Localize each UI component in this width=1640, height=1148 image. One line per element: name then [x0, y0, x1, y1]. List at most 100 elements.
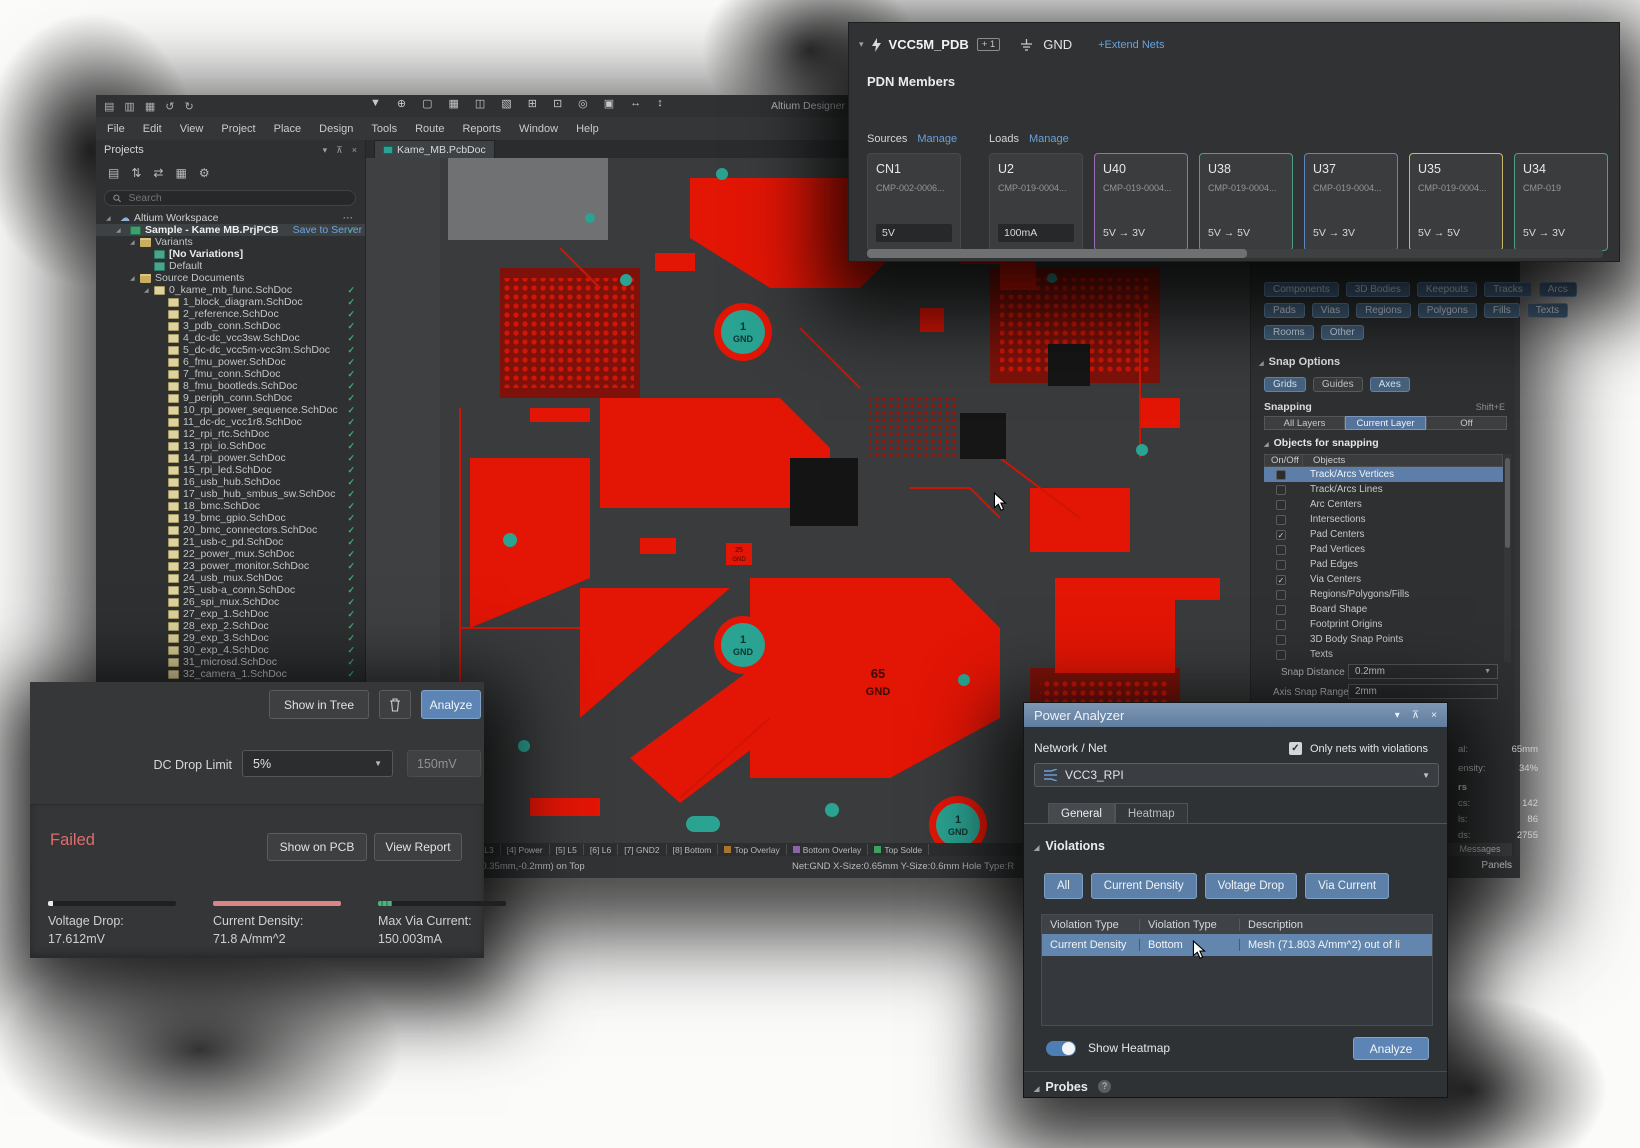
- menu-item[interactable]: Window: [510, 123, 567, 135]
- net-count-badge[interactable]: + 1: [977, 38, 1000, 51]
- panel-header-icon[interactable]: ×: [1431, 710, 1437, 721]
- layer-tab[interactable]: [6] L6: [584, 844, 618, 855]
- tree-item[interactable]: 20_bmc_connectors.SchDoc: [96, 524, 365, 536]
- viewport-toolbar-icon[interactable]: ↔: [630, 97, 641, 110]
- projects-toolbar-icon[interactable]: ▤: [108, 166, 119, 180]
- tree-item[interactable]: Variants: [96, 236, 365, 248]
- checkbox[interactable]: [1276, 575, 1286, 585]
- tree-item[interactable]: 6_fmu_power.SchDoc: [96, 356, 365, 368]
- titlebar-icon[interactable]: ↺: [165, 100, 174, 113]
- tree-item[interactable]: 13_rpi_io.SchDoc: [96, 440, 365, 452]
- tree-item[interactable]: 0_kame_mb_func.SchDoc: [96, 284, 365, 296]
- tree-item[interactable]: 25_usb-a_conn.SchDoc: [96, 584, 365, 596]
- expander-icon[interactable]: [106, 215, 116, 222]
- checkbox[interactable]: [1276, 650, 1286, 660]
- menu-item[interactable]: Place: [265, 123, 311, 135]
- layer-tab[interactable]: Bottom Overlay: [787, 844, 869, 855]
- viewport-toolbar-icon[interactable]: ⊡: [553, 97, 562, 110]
- violation-row[interactable]: Current Density Bottom Mesh (71.803 A/mm…: [1042, 934, 1432, 956]
- only-violations-checkbox[interactable]: ✓: [1289, 742, 1302, 755]
- tree-item[interactable]: 10_rpi_power_sequence.SchDoc: [96, 404, 365, 416]
- checkbox[interactable]: [1276, 470, 1286, 480]
- viewport-toolbar-icon[interactable]: ◎: [578, 97, 588, 110]
- snap-options-header[interactable]: Snap Options: [1259, 356, 1340, 368]
- show-in-tree-button[interactable]: Show in Tree: [269, 690, 369, 719]
- layer-tab[interactable]: [5] L5: [550, 844, 584, 855]
- violations-section-header[interactable]: Violations: [1034, 839, 1105, 853]
- tree-item[interactable]: 3_pdb_conn.SchDoc: [96, 320, 365, 332]
- layer-tab[interactable]: [7] GND2: [618, 844, 666, 855]
- tree-item[interactable]: 31_microsd.SchDoc: [96, 656, 365, 668]
- component-value[interactable]: 5V → 5V: [1418, 224, 1494, 242]
- checkbox[interactable]: [1276, 605, 1286, 615]
- layer-tab[interactable]: [4] Power: [501, 844, 550, 855]
- workspace-menu-icon[interactable]: ⋯: [343, 212, 354, 224]
- tree-item[interactable]: 29_exp_3.SchDoc: [96, 632, 365, 644]
- snap-distance-input[interactable]: 0.2mm▼: [1348, 664, 1498, 679]
- snap-object-row[interactable]: Arc Centers: [1264, 497, 1503, 512]
- snap-chip[interactable]: Guides: [1313, 377, 1363, 392]
- snap-object-row[interactable]: Via Centers: [1264, 572, 1503, 587]
- show-on-pcb-button[interactable]: Show on PCB: [267, 833, 367, 861]
- menu-item[interactable]: Project: [212, 123, 264, 135]
- layer-tab[interactable]: Top Overlay: [718, 844, 786, 855]
- pdn-member-card[interactable]: U2 CMP-019-0004... 100mA: [989, 153, 1083, 251]
- violation-filter-button[interactable]: Voltage Drop: [1205, 873, 1298, 899]
- menu-item[interactable]: Help: [567, 123, 608, 135]
- checkbox[interactable]: [1276, 485, 1286, 495]
- search-input[interactable]: [126, 191, 347, 205]
- view-report-button[interactable]: View Report: [374, 833, 462, 861]
- violations-table[interactable]: Violation Type Violation Type Descriptio…: [1041, 914, 1433, 1026]
- object-filter-chip[interactable]: Keepouts: [1417, 282, 1477, 297]
- checkbox[interactable]: [1276, 560, 1286, 570]
- net-select-dropdown[interactable]: VCC3_RPI ▼: [1034, 763, 1439, 787]
- tree-item[interactable]: 15_rpi_led.SchDoc: [96, 464, 365, 476]
- tree-item[interactable]: [No Variations]: [96, 248, 365, 260]
- analyze-button[interactable]: Analyze: [421, 690, 481, 719]
- object-filter-chip[interactable]: Fills: [1484, 303, 1520, 318]
- menu-item[interactable]: Edit: [134, 123, 171, 135]
- project-row[interactable]: Sample - Kame MB.PrjPCB Save to Server: [96, 224, 365, 236]
- tree-item[interactable]: 2_reference.SchDoc: [96, 308, 365, 320]
- object-filter-chip[interactable]: Components: [1264, 282, 1339, 297]
- expander-icon[interactable]: [116, 227, 126, 234]
- panel-header-icon[interactable]: ⊼: [1412, 710, 1419, 721]
- manage-loads-link[interactable]: Manage: [1029, 133, 1069, 145]
- tree-item[interactable]: 18_bmc.SchDoc: [96, 500, 365, 512]
- tree-item[interactable]: 30_exp_4.SchDoc: [96, 644, 365, 656]
- tree-item[interactable]: 23_power_monitor.SchDoc: [96, 560, 365, 572]
- menu-item[interactable]: Tools: [362, 123, 406, 135]
- violation-filter-button[interactable]: Via Current: [1305, 873, 1389, 899]
- probes-section-header[interactable]: Probes: [1034, 1080, 1088, 1094]
- menu-item[interactable]: Route: [406, 123, 453, 135]
- viewport-toolbar-icon[interactable]: ▧: [501, 97, 511, 110]
- projects-toolbar-icon[interactable]: ⇅: [131, 166, 141, 180]
- viewport-toolbar-icon[interactable]: ▢: [422, 97, 432, 110]
- object-filter-chip[interactable]: Regions: [1356, 303, 1411, 318]
- tree-item[interactable]: 14_rpi_power.SchDoc: [96, 452, 365, 464]
- chevron-down-icon[interactable]: ▼: [1422, 771, 1430, 780]
- segmented-option[interactable]: All Layers: [1264, 416, 1345, 430]
- snap-object-row[interactable]: Pad Vertices: [1264, 542, 1503, 557]
- tree-item[interactable]: 26_spi_mux.SchDoc: [96, 596, 365, 608]
- tree-item[interactable]: 32_camera_1.SchDoc: [96, 668, 365, 680]
- object-filter-chip[interactable]: Pads: [1264, 303, 1305, 318]
- viewport-toolbar-icon[interactable]: ◫: [475, 97, 485, 110]
- tree-item[interactable]: 24_usb_mux.SchDoc: [96, 572, 365, 584]
- violation-filter-button[interactable]: Current Density: [1091, 873, 1197, 899]
- tree-item[interactable]: 19_bmc_gpio.SchDoc: [96, 512, 365, 524]
- extend-nets-link[interactable]: +Extend Nets: [1098, 39, 1164, 51]
- titlebar-icon[interactable]: ▦: [145, 100, 155, 113]
- component-value[interactable]: 5V: [876, 224, 952, 242]
- segmented-option[interactable]: Off: [1426, 416, 1507, 430]
- pa-tab[interactable]: Heatmap: [1115, 803, 1188, 823]
- tree-item[interactable]: 8_fmu_bootleds.SchDoc: [96, 380, 365, 392]
- projects-toolbar-icon[interactable]: ⇄: [153, 166, 163, 180]
- pa-tab[interactable]: General: [1048, 803, 1115, 823]
- pdn-member-card[interactable]: U38 CMP-019-0004... 5V → 5V: [1199, 153, 1293, 251]
- component-value[interactable]: 100mA: [998, 224, 1074, 242]
- snap-object-row[interactable]: Footprint Origins: [1264, 617, 1503, 632]
- tree-item[interactable]: 21_usb-c_pd.SchDoc: [96, 536, 365, 548]
- titlebar-icon[interactable]: ↻: [184, 100, 193, 113]
- projects-toolbar-icon[interactable]: ▦: [175, 166, 186, 180]
